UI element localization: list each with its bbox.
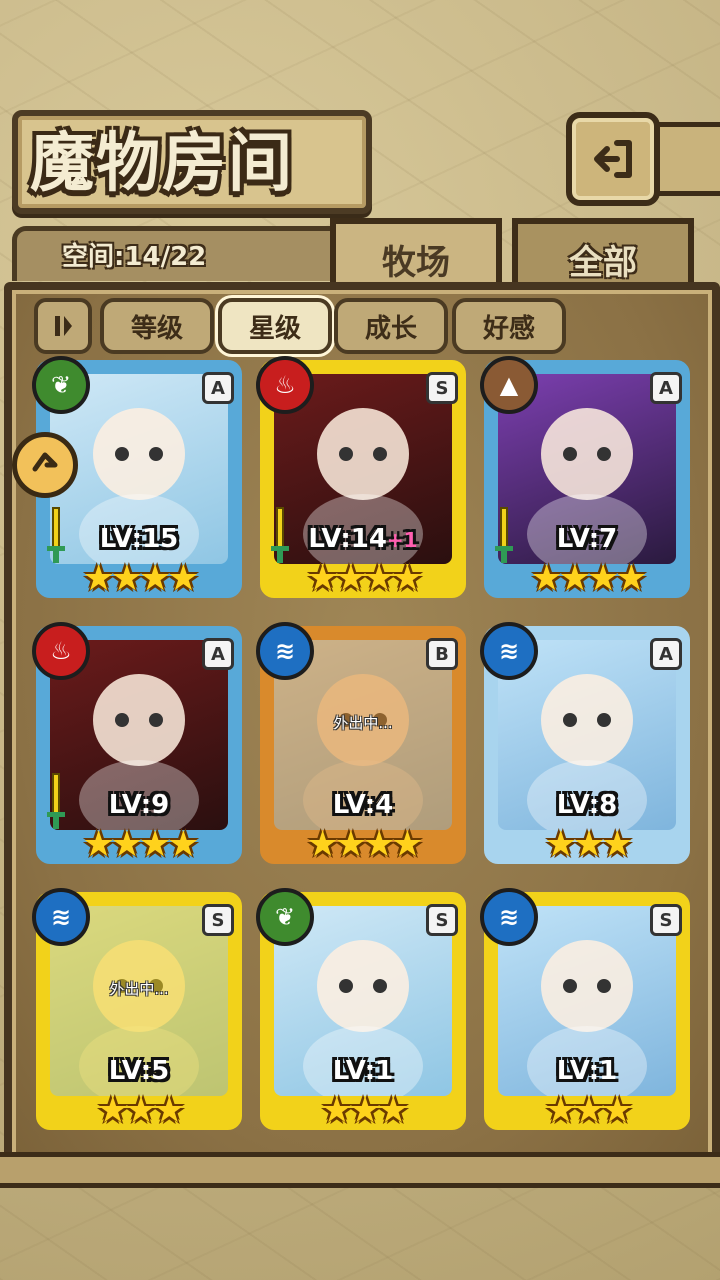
fire-element-icon: ♨ (32, 622, 90, 680)
page-title: 魔物房间 (30, 126, 294, 201)
monster-card[interactable]: ♨ S LV:14+1 ★★★★ (256, 356, 466, 599)
bottom-frame (0, 1152, 720, 1188)
rank-badge: S (650, 904, 682, 936)
star-rating: ★★★ (96, 1090, 186, 1131)
water-element-icon: ≋ (480, 888, 538, 946)
monster-card[interactable]: ≋ B 外出中... LV:4 ★★★★ (256, 622, 466, 865)
monster-card[interactable]: ▲ A LV:7 ★★★★ (480, 356, 690, 599)
level-label: LV:8 (556, 790, 618, 820)
rank-badge: S (426, 904, 458, 936)
star-rating: ★★★★ (82, 558, 199, 599)
water-element-icon: ≋ (256, 622, 314, 680)
level-label: LV:1 (556, 1056, 618, 1086)
star-rating: ★★★ (544, 824, 634, 865)
rank-badge: A (650, 638, 682, 670)
water-element-icon: ≋ (32, 888, 90, 946)
filter-level[interactable]: 等级 (100, 298, 214, 354)
favorite-badge[interactable] (12, 432, 78, 498)
pause-icon (55, 316, 72, 336)
level-label: LV:9 (108, 790, 170, 820)
space-counter: 空间:14/22 (62, 242, 207, 272)
water-element-icon: ≋ (480, 622, 538, 680)
star-rating: ★★★ (544, 1090, 634, 1131)
monster-card[interactable]: ≋ A LV:8 ★★★ (480, 622, 690, 865)
monster-card[interactable]: ♨ A LV:9 ★★★★ (32, 622, 242, 865)
level-label: LV:5 (108, 1056, 170, 1086)
rank-badge: S (202, 904, 234, 936)
away-status: 外出中... (109, 980, 169, 998)
rank-badge: A (202, 638, 234, 670)
filter-affection[interactable]: 好感 (452, 298, 566, 354)
star-rating: ★★★ (320, 1090, 410, 1131)
monster-card[interactable]: ≋ S 外出中... LV:5 ★★★ (32, 888, 242, 1131)
level-bonus: +1 (386, 528, 418, 552)
level-label: LV:4 (332, 790, 394, 820)
monster-card[interactable]: ❦ S LV:1 ★★★ (256, 888, 466, 1131)
rank-badge: B (426, 638, 458, 670)
filter-stars[interactable]: 星级 (218, 298, 332, 354)
level-label: LV:14+1 (308, 524, 418, 554)
star-rating: ★★★★ (306, 824, 423, 865)
heart-arrow-icon (32, 452, 58, 472)
back-arrow-icon (594, 140, 632, 178)
star-rating: ★★★★ (530, 558, 647, 599)
rank-badge: S (426, 372, 458, 404)
rank-badge: A (202, 372, 234, 404)
back-button[interactable] (566, 112, 660, 206)
level-label: LV:15 (99, 524, 179, 554)
filter-growth[interactable]: 成长 (334, 298, 448, 354)
away-status: 外出中... (333, 714, 393, 732)
earth-element-icon: ▲ (480, 356, 538, 414)
rank-badge: A (650, 372, 682, 404)
grass-element-icon: ❦ (32, 356, 90, 414)
fire-element-icon: ♨ (256, 356, 314, 414)
star-rating: ★★★★ (306, 558, 423, 599)
level-label: LV:7 (556, 524, 618, 554)
monster-card[interactable]: ≋ S LV:1 ★★★ (480, 888, 690, 1131)
level-label: LV:1 (332, 1056, 394, 1086)
star-rating: ★★★★ (82, 824, 199, 865)
sort-order-button[interactable] (34, 298, 92, 354)
grass-element-icon: ❦ (256, 888, 314, 946)
